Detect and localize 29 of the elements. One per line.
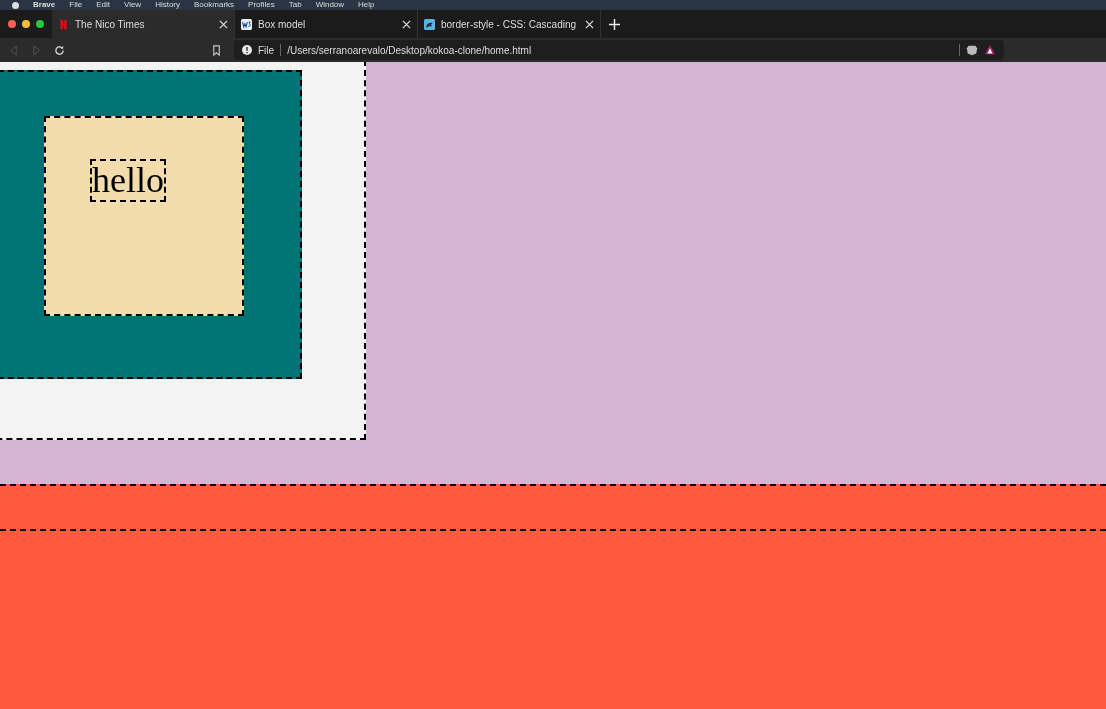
menu-item[interactable]: Edit xyxy=(96,0,110,10)
close-tab-icon[interactable] xyxy=(402,19,411,29)
menu-item[interactable]: Tab xyxy=(288,0,302,10)
url-text: /Users/serranoarevalo/Desktop/kokoa-clone/home.html xyxy=(287,44,532,56)
scheme-label: File xyxy=(258,44,275,56)
close-tab-icon[interactable] xyxy=(585,19,594,29)
minimize-window-icon[interactable] xyxy=(22,20,30,28)
browser-tab[interactable]: The Nico Times xyxy=(52,10,235,38)
address-bar[interactable]: File /Users/serranoarevalo/Desktop/kokoa-clone/home.html xyxy=(234,40,1004,60)
close-window-icon[interactable] xyxy=(8,20,16,28)
letter-n-icon xyxy=(58,18,69,30)
hello-text: hello xyxy=(90,159,166,202)
bookmark-icon[interactable] xyxy=(211,44,222,56)
w3-logo-icon xyxy=(241,18,252,30)
reload-icon[interactable] xyxy=(54,44,65,56)
apple-icon[interactable] xyxy=(12,1,19,9)
menu-item[interactable]: View xyxy=(123,0,142,10)
menu-item[interactable]: Help xyxy=(358,0,375,10)
menu-item[interactable]: Profiles xyxy=(248,0,275,10)
close-tab-icon[interactable] xyxy=(219,19,228,29)
zoom-window-icon[interactable] xyxy=(36,20,44,28)
menu-item[interactable]: Brave xyxy=(33,0,56,10)
menu-item[interactable]: Window xyxy=(315,0,345,10)
menu-item[interactable]: File xyxy=(69,0,83,10)
menu-item[interactable]: Bookmarks xyxy=(194,0,235,10)
dinosaur-icon xyxy=(424,18,435,30)
menu-item[interactable]: History xyxy=(155,0,181,10)
triangle-icon[interactable] xyxy=(984,44,996,56)
info-icon[interactable] xyxy=(242,45,252,55)
